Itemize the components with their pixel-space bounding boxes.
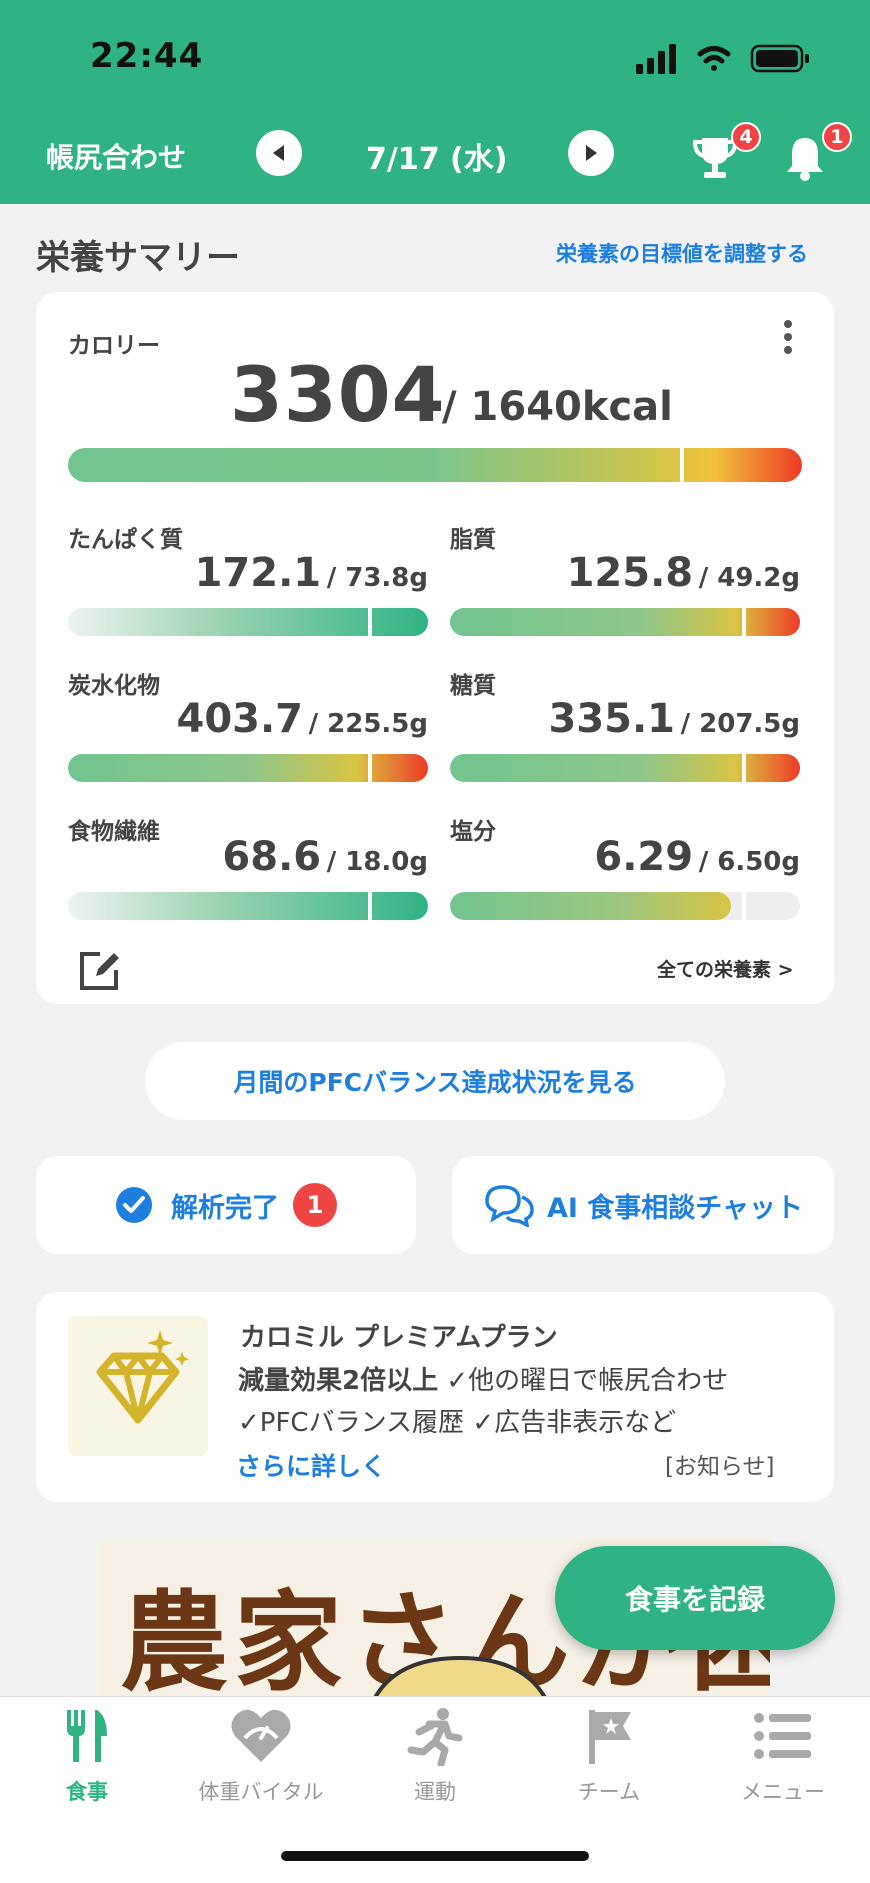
nutrient-label-carbs: 炭水化物 xyxy=(68,673,160,699)
triangle-right-icon xyxy=(586,145,597,161)
calorie-label: カロリー xyxy=(68,333,160,359)
value: 403.7 xyxy=(176,696,304,742)
tab-team[interactable]: チーム xyxy=(522,1706,696,1806)
nav-title: 帳尻合わせ xyxy=(46,141,187,174)
promo-line-1: 減量効果2倍以上 ✓他の曜日で帳尻合わせ xyxy=(238,1360,728,1397)
tab-label: 体重バイタル xyxy=(198,1780,324,1804)
nutrient-bar-sugar xyxy=(450,754,800,782)
bell-badge: 1 xyxy=(822,122,852,152)
trophy-badge: 4 xyxy=(731,122,761,152)
calorie-value: 3304 xyxy=(230,350,446,439)
target-marker xyxy=(742,892,746,920)
triangle-left-icon xyxy=(273,145,284,161)
target: / 6.50g xyxy=(698,847,800,877)
tab-label: 運動 xyxy=(414,1780,456,1804)
status-time: 22:44 xyxy=(90,36,204,76)
analysis-label: 解析完了 xyxy=(171,1192,279,1224)
tab-meal[interactable]: 食事 xyxy=(0,1706,174,1806)
promo-more-link[interactable]: さらに詳しく xyxy=(236,1447,386,1483)
tab-weight-vitals[interactable]: 体重バイタル xyxy=(174,1706,348,1806)
nutrient-value-salt: 6.29 / 6.50g xyxy=(450,834,800,880)
bell-icon xyxy=(787,138,823,181)
nutrient-label-protein: たんぱく質 xyxy=(68,527,183,553)
analysis-complete-button[interactable]: 解析完了 1 xyxy=(36,1156,416,1254)
all-nutrients-link[interactable]: 全ての栄養素 > xyxy=(657,955,794,982)
target: / 207.5g xyxy=(680,709,800,739)
battery-icon xyxy=(750,44,809,73)
promo-image xyxy=(68,1316,208,1456)
home-indicator xyxy=(281,1851,589,1861)
check-circle-icon xyxy=(116,1187,152,1223)
chat-bubbles-icon xyxy=(485,1185,534,1227)
value: 335.1 xyxy=(548,696,676,742)
calorie-target-marker xyxy=(680,448,684,482)
tab-exercise[interactable]: 運動 xyxy=(348,1706,522,1806)
diamond-icon xyxy=(96,1330,189,1424)
more-options-icon[interactable] xyxy=(780,318,796,356)
summary-title: 栄養サマリー xyxy=(36,238,240,278)
target-marker xyxy=(368,892,372,920)
target-marker xyxy=(742,754,746,782)
adjust-targets-link[interactable]: 栄養素の目標値を調整する xyxy=(556,238,808,268)
nav-date[interactable]: 7/17 (水) xyxy=(366,134,507,178)
tab-label: チーム xyxy=(577,1780,641,1804)
fork-knife-icon xyxy=(67,1710,107,1762)
target-marker xyxy=(368,608,372,636)
nutrient-bar-fiber xyxy=(68,892,428,920)
nutrient-bar-salt xyxy=(450,892,800,920)
nutrient-bar-carbs xyxy=(68,754,428,782)
runner-icon xyxy=(407,1708,463,1768)
nutrient-value-sugar: 335.1 / 207.5g xyxy=(450,696,800,742)
ai-chat-label: AI 食事相談チャット xyxy=(546,1192,804,1224)
calorie-bar xyxy=(68,448,802,482)
promo-title: カロミル プレミアムプラン xyxy=(240,1323,558,1353)
wifi-icon xyxy=(697,46,731,71)
calorie-target: / 1640kcal xyxy=(442,384,673,430)
edit-icon[interactable] xyxy=(76,948,122,994)
promo-line-2: ✓PFCバランス履歴 ✓広告非表示など xyxy=(238,1408,677,1438)
nutrient-label-sugar: 糖質 xyxy=(450,673,496,699)
nutrient-value-carbs: 403.7 / 225.5g xyxy=(68,696,428,742)
prev-date-button[interactable] xyxy=(256,130,302,176)
promo-highlight: 減量効果2倍以上 xyxy=(238,1366,439,1396)
nutrient-bar-protein xyxy=(68,608,428,636)
nutrient-value-fiber: 68.6 / 18.0g xyxy=(68,834,428,880)
target-marker xyxy=(742,608,746,636)
nutrient-value-fat: 125.8 / 49.2g xyxy=(450,550,800,596)
promo-notice-tag: [お知らせ] xyxy=(665,1454,775,1480)
status-icons xyxy=(636,44,809,74)
bar-fill xyxy=(450,892,731,920)
pfc-balance-button[interactable]: 月間のPFCバランス達成状況を見る xyxy=(145,1042,725,1120)
tab-label: メニュー xyxy=(741,1780,825,1804)
nutrient-label-fat: 脂質 xyxy=(450,527,496,553)
record-meal-button[interactable]: 食事を記録 xyxy=(555,1546,835,1650)
tab-menu[interactable]: メニュー xyxy=(696,1706,870,1806)
value: 6.29 xyxy=(594,834,694,880)
value: 68.6 xyxy=(222,834,322,880)
nutrient-value-protein: 172.1 / 73.8g xyxy=(68,550,428,596)
ai-chat-button[interactable]: AI 食事相談チャット xyxy=(452,1156,834,1254)
value: 125.8 xyxy=(566,550,694,596)
target: / 225.5g xyxy=(308,709,428,739)
flag-icon xyxy=(589,1710,631,1764)
target: / 18.0g xyxy=(326,847,428,877)
value: 172.1 xyxy=(194,550,322,596)
target: / 49.2g xyxy=(698,563,800,593)
ad-illustration xyxy=(372,1655,548,1698)
analysis-badge: 1 xyxy=(293,1183,337,1227)
heart-scale-icon xyxy=(231,1709,291,1762)
promo-line-1-rest: ✓他の曜日で帳尻合わせ xyxy=(446,1366,729,1396)
menu-list-icon xyxy=(754,1713,811,1759)
target-marker xyxy=(368,754,372,782)
nutrient-bar-fat xyxy=(450,608,800,636)
tab-label: 食事 xyxy=(66,1780,108,1804)
next-date-button[interactable] xyxy=(568,130,614,176)
target: / 73.8g xyxy=(326,563,428,593)
signal-icon xyxy=(636,44,676,74)
